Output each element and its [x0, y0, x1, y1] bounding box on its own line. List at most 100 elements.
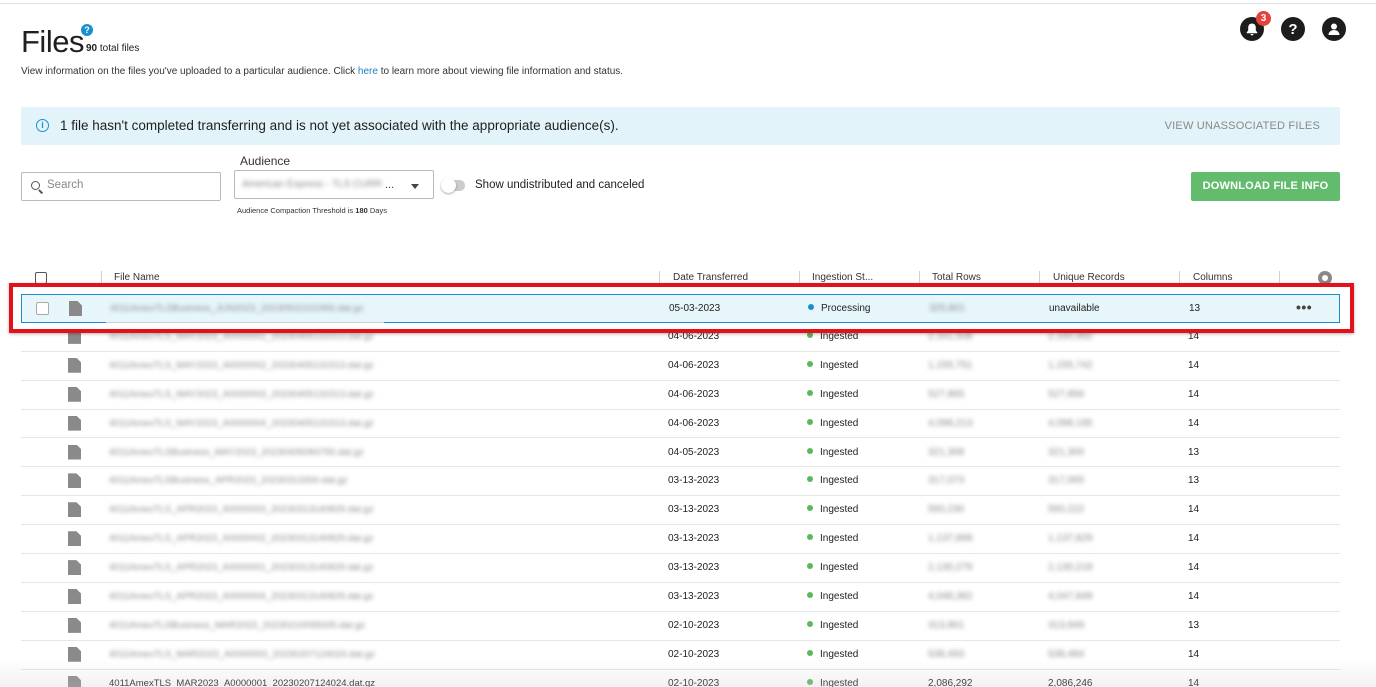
unique-records: 2,160,992	[1048, 330, 1093, 342]
file-name[interactable]: 4011AmexTLS_APR2023_A0000001_20230313140…	[109, 562, 373, 573]
table-row[interactable]: 4011AmexTLS_APR2023_A0000002_20230313140…	[21, 525, 1340, 555]
file-icon	[68, 502, 81, 518]
file-name[interactable]: 4011AmexTLS_MAR2023_A0000003_20230207124…	[109, 649, 375, 660]
column-count: 13	[1188, 619, 1200, 631]
chevron-down-icon	[411, 184, 419, 189]
file-icon	[69, 301, 82, 316]
column-divider	[1179, 271, 1180, 285]
select-all-checkbox[interactable]	[35, 272, 47, 284]
table-row[interactable]: 4011AmexTLSBusiness_MAR2023_202302100950…	[21, 612, 1340, 641]
file-name[interactable]: 4011AmexTLSBusiness_APR2023_20230313300.…	[109, 475, 348, 486]
table-row[interactable]: 4011AmexTLS_MAY2023_A0000001_20230405131…	[21, 323, 1340, 352]
compaction-threshold-note: Audience Compaction Threshold is 180 Day…	[237, 206, 387, 215]
status-dot-icon	[807, 563, 813, 570]
table-settings-gear-icon[interactable]	[1318, 271, 1332, 285]
status-dot-icon	[807, 447, 813, 454]
column-count: 13	[1188, 475, 1200, 487]
total-rows: 1,155,751	[928, 359, 973, 371]
file-name[interactable]: 4011AmexTLSBusiness_JUN2023_202305021024…	[110, 303, 363, 314]
column-count: 14	[1188, 591, 1200, 602]
audience-dropdown[interactable]: American Express - TLS CURR ...	[234, 170, 434, 199]
user-glyph	[1328, 23, 1340, 35]
total-count-suffix: total files	[99, 43, 140, 54]
file-icon	[68, 415, 81, 431]
threshold-text: Audience Compaction Threshold is	[237, 206, 354, 215]
ingestion-status: Processing	[808, 303, 870, 314]
file-name[interactable]: 4011AmexTLSBusiness_MAR2023_202302100950…	[109, 620, 365, 631]
table-row[interactable]: 4011AmexTLSBusiness_MAY2023_202304050847…	[21, 439, 1340, 468]
view-unassociated-files-link[interactable]: VIEW UNASSOCIATED FILES	[1165, 120, 1320, 132]
status-dot-icon	[807, 389, 813, 396]
notifications-bell-icon[interactable]: 3	[1240, 11, 1271, 41]
total-count-value: 90	[86, 43, 98, 54]
file-name[interactable]: 4011AmexTLSBusiness_MAY2023_202304050847…	[109, 447, 364, 458]
ingestion-status: Ingested	[807, 447, 858, 458]
table-row[interactable]: 4011AmexTLS_APR2023_A0000001_20230313140…	[21, 554, 1340, 583]
file-name[interactable]: 4011AmexTLS_MAR2023_A0000001_20230207124…	[109, 678, 375, 687]
table-row[interactable]: 4011AmexTLS_APR2023_A0000004_20230313140…	[21, 583, 1340, 612]
file-icon	[68, 531, 81, 547]
date-transferred: 03-13-2023	[668, 562, 720, 574]
row-more-actions-icon[interactable]: •••	[1296, 299, 1312, 315]
file-name[interactable]: 4011AmexTLS_APR2023_A0000002_20230313140…	[109, 533, 373, 544]
column-divider	[101, 271, 102, 285]
ingestion-status-text: Processing	[821, 303, 871, 314]
column-divider	[919, 271, 920, 285]
table-row[interactable]: 4011AmexTLS_MAR2023_A0000001_20230207124…	[21, 670, 1340, 687]
column-header-total-rows[interactable]: Total Rows	[932, 272, 981, 283]
row-checkbox[interactable]	[36, 302, 49, 315]
show-undistributed-label: Show undistributed and canceled	[475, 179, 645, 191]
status-dot-icon	[807, 678, 813, 685]
ingestion-status: Ingested	[807, 360, 858, 371]
search-input[interactable]	[47, 179, 212, 191]
banner-message: 1 file hasn't completed transferring and…	[60, 118, 619, 133]
table-row[interactable]: 4011AmexTLS_MAY2023_A0000002_20230405131…	[21, 352, 1340, 381]
help-icon[interactable]: ?	[1281, 17, 1305, 41]
table-row[interactable]: 4011AmexTLSBusiness_JUN2023_202305021024…	[21, 294, 1340, 323]
ingestion-status: Ingested	[807, 678, 858, 687]
page-title: Files	[21, 24, 84, 59]
ingestion-status: Ingested	[807, 504, 858, 515]
file-name[interactable]: 4011AmexTLS_MAY2023_A0000003_20230405131…	[109, 389, 374, 400]
table-row[interactable]: 4011AmexTLS_MAR2023_A0000003_20230207124…	[21, 641, 1340, 670]
table-row[interactable]: 4011AmexTLS_APR2023_A0000003_20230313140…	[21, 496, 1340, 526]
file-name[interactable]: 4011AmexTLS_MAY2023_A0000004_20230405131…	[109, 418, 374, 429]
column-header-ingestion-status[interactable]: Ingestion St...	[812, 272, 873, 283]
table-row[interactable]: 4011AmexTLS_MAY2023_A0000003_20230405131…	[21, 381, 1340, 410]
total-rows: 527,865	[928, 388, 965, 400]
column-divider	[1039, 271, 1040, 285]
unique-records: 527,856	[1048, 388, 1085, 400]
show-undistributed-toggle[interactable]	[441, 178, 465, 193]
column-header-date-transferred[interactable]: Date Transferred	[673, 272, 748, 283]
audience-label: Audience	[240, 154, 291, 168]
column-header-columns[interactable]: Columns	[1193, 272, 1232, 283]
learn-more-link[interactable]: here	[358, 66, 378, 77]
status-dot-icon	[807, 360, 813, 367]
column-header-unique-records[interactable]: Unique Records	[1053, 272, 1125, 283]
date-transferred: 02-10-2023	[668, 648, 720, 660]
file-name[interactable]: 4011AmexTLS_APR2023_A0000003_20230313140…	[109, 504, 373, 515]
top-border	[0, 0, 1376, 4]
total-rows: 317,073	[928, 475, 965, 487]
ingestion-status-text: Ingested	[820, 417, 859, 429]
column-count: 14	[1188, 359, 1200, 371]
file-name[interactable]: 4011AmexTLS_MAY2023_A0000001_20230405131…	[109, 331, 374, 342]
column-header-file-name[interactable]: File Name	[114, 272, 160, 283]
total-rows: 550,230	[928, 504, 965, 516]
file-icon	[68, 473, 81, 489]
page-description: View information on the files you've upl…	[21, 66, 623, 77]
table-row[interactable]: 4011AmexTLSBusiness_APR2023_20230313300.…	[21, 467, 1340, 497]
table-row[interactable]: 4011AmexTLS_MAY2023_A0000004_20230405131…	[21, 410, 1340, 439]
search-box[interactable]	[21, 172, 221, 201]
status-dot-icon	[807, 620, 813, 627]
file-name[interactable]: 4011AmexTLS_MAY2023_A0000002_20230405131…	[109, 360, 374, 371]
date-transferred: 04-05-2023	[668, 446, 720, 458]
file-name[interactable]: 4011AmexTLS_APR2023_A0000004_20230313140…	[109, 591, 373, 602]
user-avatar-icon[interactable]	[1322, 17, 1346, 41]
file-icon	[68, 444, 81, 460]
total-rows: 321,308	[928, 446, 965, 458]
unique-records: 2,086,246	[1048, 677, 1093, 687]
description-text-1: View information on the files you've upl…	[21, 66, 358, 77]
help-badge-icon[interactable]: ?	[81, 24, 93, 36]
download-file-info-button[interactable]: DOWNLOAD FILE INFO	[1191, 172, 1340, 201]
